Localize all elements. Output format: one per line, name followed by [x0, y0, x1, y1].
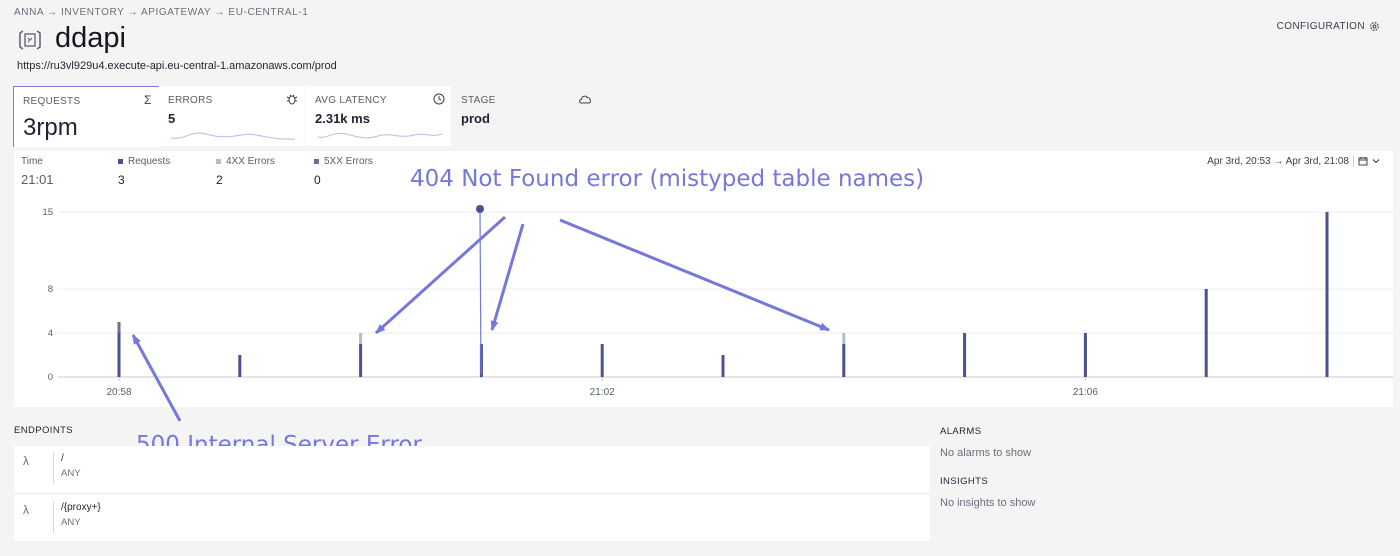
x-tick-label: 21:06: [1073, 387, 1098, 398]
y-tick-label: 8: [48, 284, 53, 295]
request-bar: [721, 355, 725, 377]
error-4xx-bar: [359, 333, 363, 344]
error-5xx-bar: [117, 322, 121, 333]
annotation-arrow: [559, 218, 830, 332]
annotation-arrow: [374, 215, 507, 335]
insights-empty: No insights to show: [940, 497, 1036, 509]
endpoint-path: /: [61, 453, 64, 464]
y-tick-label: 15: [42, 207, 53, 218]
error-4xx-bar: [842, 333, 846, 344]
alarms-heading: ALARMS: [940, 426, 982, 437]
endpoint-row[interactable]: λ /{proxy+} ANY: [14, 495, 930, 541]
request-bar: [238, 355, 242, 377]
chart-cursor-dot: [476, 205, 484, 213]
annotation-404: 404 Not Found error (mistyped table name…: [410, 166, 925, 192]
request-bar: [1325, 212, 1329, 377]
request-bar: [359, 344, 363, 377]
endpoint-row[interactable]: λ / ANY: [14, 446, 930, 492]
endpoint-path: /{proxy+}: [61, 502, 101, 513]
endpoints-heading: ENDPOINTS: [14, 425, 74, 436]
request-bar: [117, 333, 121, 377]
y-tick-label: 4: [48, 328, 53, 339]
endpoint-method: ANY: [61, 468, 81, 479]
request-bar: [842, 344, 846, 377]
request-bar: [1204, 289, 1208, 377]
x-tick-label: 21:02: [590, 387, 615, 398]
annotation-arrow: [131, 334, 182, 422]
y-tick-label: 0: [48, 372, 53, 383]
lambda-icon: λ: [23, 454, 29, 468]
x-tick-label: 20:58: [106, 387, 131, 398]
row-divider: [53, 452, 54, 484]
request-bar: [1083, 333, 1087, 377]
request-bar: [600, 344, 604, 377]
annotation-arrow: [490, 223, 525, 331]
insights-heading: INSIGHTS: [940, 476, 989, 487]
alarms-empty: No alarms to show: [940, 447, 1032, 459]
lambda-icon: λ: [23, 503, 29, 517]
request-bar: [963, 333, 967, 377]
row-divider: [53, 501, 54, 533]
endpoint-method: ANY: [61, 517, 81, 528]
